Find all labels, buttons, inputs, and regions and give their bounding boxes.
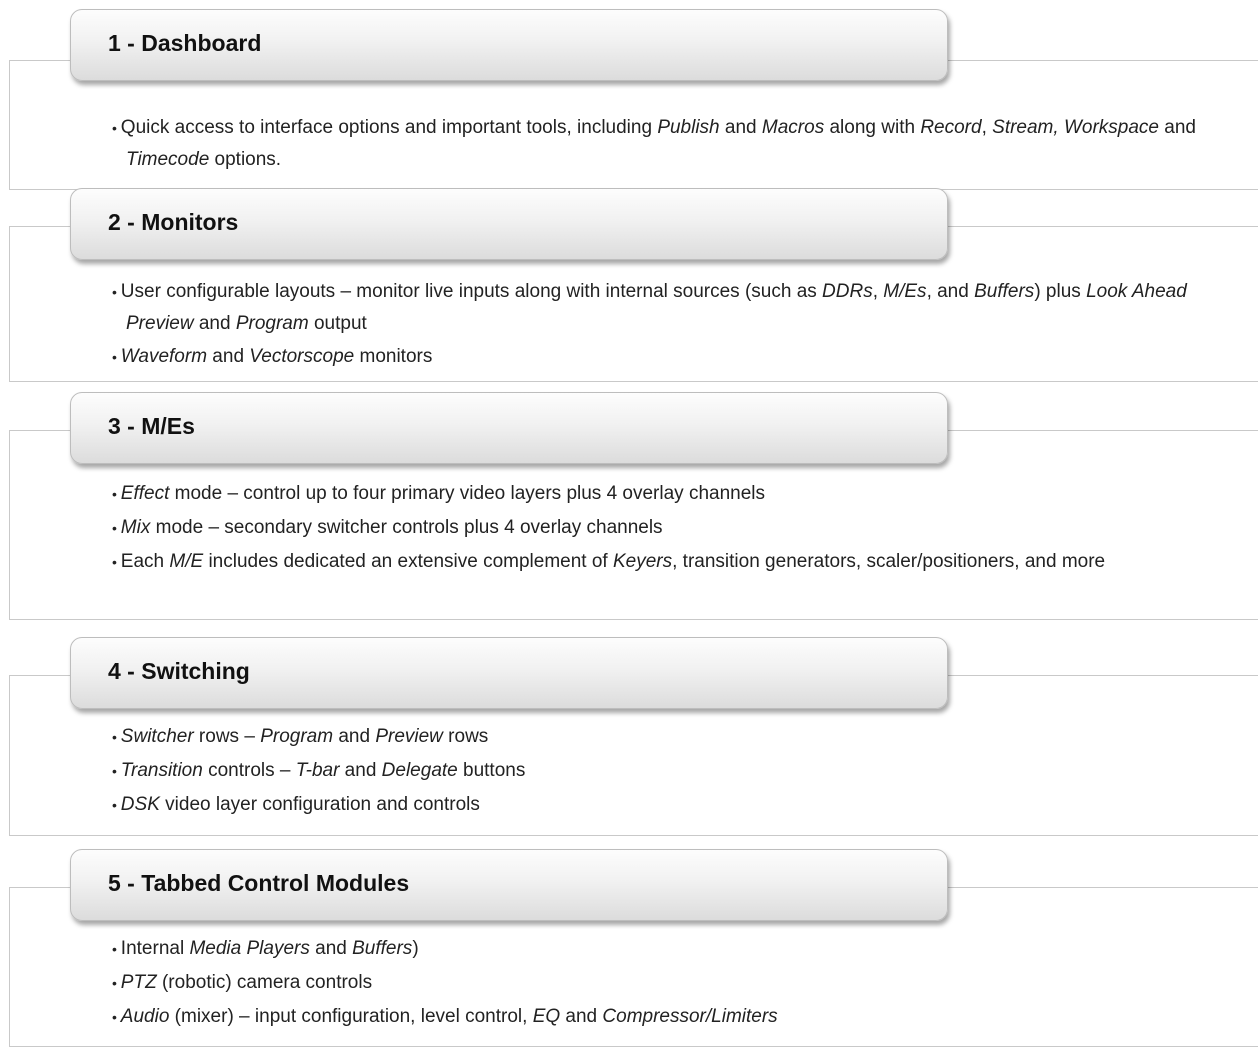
section-title: 5 - Tabbed Control Modules: [108, 870, 410, 896]
emphasized-term: T-bar: [295, 760, 340, 781]
bullet-text: options.: [209, 149, 282, 170]
emphasized-term: Buffers: [974, 281, 1035, 302]
bullet-text: includes dedicated an extensive compleme…: [203, 551, 613, 572]
section-header: 4 - Switching: [70, 637, 948, 709]
emphasized-term: Switcher: [120, 726, 194, 747]
bullet-text: controls –: [202, 760, 296, 781]
bullet-text: mode – secondary switcher controls plus …: [150, 517, 663, 538]
bullet-list: User configurable layouts – monitor live…: [112, 276, 1212, 375]
emphasized-term: Mix: [120, 517, 151, 538]
bullet-item: DSK video layer configuration and contro…: [112, 789, 1212, 821]
bullet-text: ) plus: [1034, 281, 1087, 302]
bullet-text: Each: [120, 551, 170, 572]
bullet-text: along with: [824, 117, 921, 138]
bullet-item: Switcher rows – Program and Preview rows: [112, 721, 1212, 753]
bullet-text: and: [333, 726, 376, 747]
emphasized-term: Transition: [120, 760, 203, 781]
bullet-text: , transition generators, scaler/position…: [672, 551, 1106, 572]
emphasized-term: Audio: [120, 1006, 170, 1027]
bullet-item: Transition controls – T-bar and Delegate…: [112, 755, 1212, 787]
emphasized-term: Macros: [761, 117, 825, 138]
bullet-text: rows: [442, 726, 489, 747]
emphasized-term: M/Es: [883, 281, 927, 302]
emphasized-term: Program: [235, 313, 309, 334]
bullet-text: User configurable layouts – monitor live…: [120, 281, 823, 302]
bullet-item: Effect mode – control up to four primary…: [112, 478, 1212, 510]
emphasized-term: Delegate: [381, 760, 458, 781]
section-header: 2 - Monitors: [70, 188, 948, 260]
emphasized-term: Keyers: [612, 551, 673, 572]
bullet-text: and: [309, 938, 353, 959]
bullet-text: and: [193, 313, 236, 334]
bullet-text: Quick access to interface options and im…: [120, 117, 658, 138]
emphasized-term: DDRs: [822, 281, 873, 302]
emphasized-term: Record: [920, 117, 982, 138]
bullet-text: rows –: [193, 726, 261, 747]
bullet-text: ,: [981, 117, 993, 138]
bullet-item: Each M/E includes dedicated an extensive…: [112, 546, 1212, 578]
bullet-text: (robotic) camera controls: [156, 972, 373, 993]
bullet-text: video layer configuration and controls: [159, 794, 480, 815]
section-title: 2 - Monitors: [108, 209, 239, 235]
section-header: 1 - Dashboard: [70, 9, 948, 81]
emphasized-term: EQ: [532, 1006, 561, 1027]
bullet-list: Switcher rows – Program and Preview rows…: [112, 721, 1212, 823]
section-header: 3 - M/Es: [70, 392, 948, 464]
bullet-text: (mixer) – input configuration, level con…: [169, 1006, 533, 1027]
bullet-item: Audio (mixer) – input configuration, lev…: [112, 1001, 1212, 1033]
section-header: 5 - Tabbed Control Modules: [70, 849, 948, 921]
emphasized-term: Stream,: [992, 117, 1059, 138]
bullet-text: monitors: [354, 346, 433, 367]
bullet-list: Internal Media Players and Buffers)PTZ (…: [112, 933, 1212, 1035]
emphasized-term: Waveform: [120, 346, 208, 367]
emphasized-term: Effect: [120, 483, 170, 504]
emphasized-term: Publish: [657, 117, 720, 138]
bullet-text: buttons: [457, 760, 526, 781]
section-title: 4 - Switching: [108, 658, 250, 684]
emphasized-term: Program: [260, 726, 334, 747]
emphasized-term: Workspace: [1063, 117, 1159, 138]
section-title: 1 - Dashboard: [108, 30, 262, 56]
emphasized-term: M/E: [169, 551, 204, 572]
emphasized-term: Timecode: [126, 149, 210, 170]
bullet-list: Effect mode – control up to four primary…: [112, 478, 1212, 580]
emphasized-term: Preview: [375, 726, 443, 747]
bullet-text: and: [339, 760, 382, 781]
bullet-text: and: [1158, 117, 1196, 138]
bullet-text: output: [308, 313, 367, 334]
emphasized-term: PTZ: [120, 972, 157, 993]
bullet-item: PTZ (robotic) camera controls: [112, 967, 1212, 999]
bullet-text: and: [560, 1006, 603, 1027]
section-title: 3 - M/Es: [108, 413, 195, 439]
emphasized-term: Compressor/Limiters: [602, 1006, 778, 1027]
bullet-text: ,: [872, 281, 884, 302]
bullet-text: mode – control up to four primary video …: [169, 483, 766, 504]
bullet-item: Mix mode – secondary switcher controls p…: [112, 512, 1212, 544]
bullet-text: ): [412, 938, 419, 959]
emphasized-term: Media Players: [189, 938, 310, 959]
bullet-item: User configurable layouts – monitor live…: [112, 276, 1212, 339]
emphasized-term: Buffers: [352, 938, 413, 959]
bullet-text: and: [207, 346, 250, 367]
bullet-text: , and: [926, 281, 975, 302]
bullet-text: and: [719, 117, 762, 138]
bullet-text: Internal: [120, 938, 190, 959]
bullet-item: Internal Media Players and Buffers): [112, 933, 1212, 965]
emphasized-term: Vectorscope: [249, 346, 355, 367]
bullet-item: Quick access to interface options and im…: [112, 112, 1212, 175]
emphasized-term: DSK: [120, 794, 160, 815]
bullet-list: Quick access to interface options and im…: [112, 112, 1212, 177]
bullet-item: Waveform and Vectorscope monitors: [112, 341, 1212, 373]
